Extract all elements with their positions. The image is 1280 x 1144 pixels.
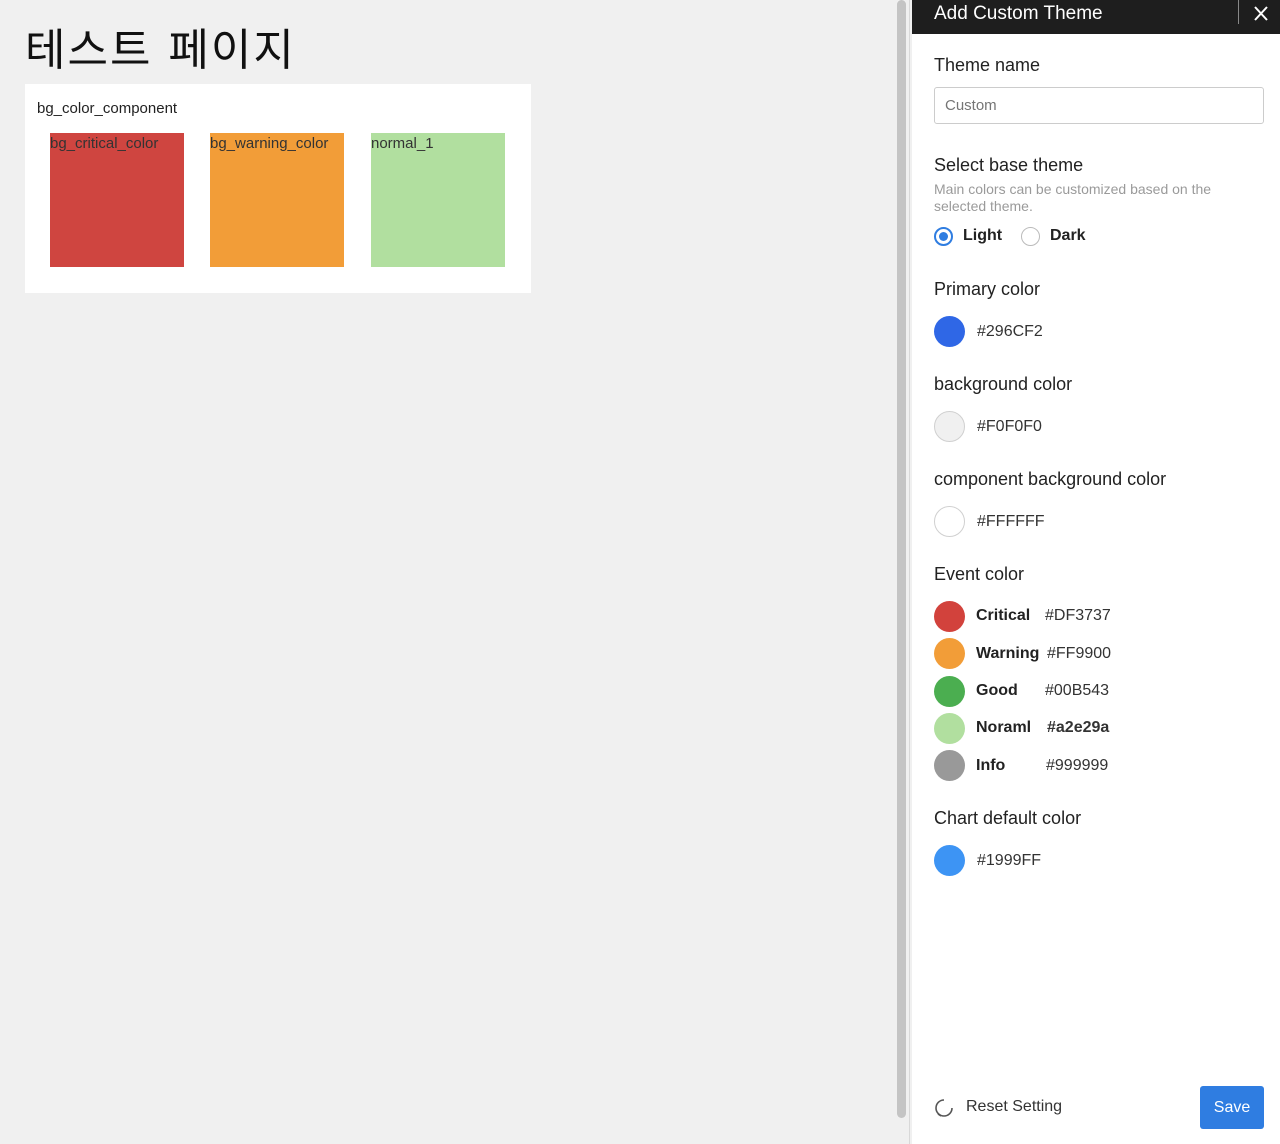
event-good-name: Good <box>976 682 1018 699</box>
page-scrollbar[interactable] <box>892 0 910 1144</box>
event-info-swatch[interactable] <box>934 750 965 781</box>
event-critical-hex: #DF3737 <box>1045 607 1111 624</box>
component-background-color-hex: #FFFFFF <box>977 513 1045 530</box>
save-button[interactable]: Save <box>1200 1086 1264 1129</box>
background-color-swatch[interactable] <box>934 411 965 442</box>
panel-title: Add Custom Theme <box>934 3 1103 24</box>
component-background-color-swatch[interactable] <box>934 506 965 537</box>
reset-icon <box>935 1099 953 1117</box>
event-normal-name: Noraml <box>976 719 1032 736</box>
page-title: 테스트 페이지 <box>25 25 296 76</box>
close-button[interactable] <box>1249 2 1273 26</box>
radio-dark-label[interactable]: Dark <box>1050 227 1086 245</box>
primary-color-hex: #296CF2 <box>977 323 1043 340</box>
swatch-normal-1: normal_1 <box>371 133 505 267</box>
event-warning-hex: #FF9900 <box>1047 645 1112 662</box>
base-theme-label: Select base theme <box>934 155 1084 175</box>
test-page: 테스트 페이지 bg_color_component bg_critical_c… <box>0 0 892 1144</box>
header-divider <box>1238 0 1239 24</box>
event-warning-swatch[interactable] <box>934 638 965 669</box>
event-info-hex: #999999 <box>1046 757 1109 774</box>
add-custom-theme-panel: Add Custom Theme Theme name Select base … <box>912 0 1280 1144</box>
primary-color-swatch[interactable] <box>934 316 965 347</box>
background-color-hex: #F0F0F0 <box>977 418 1042 435</box>
scrollbar-thumb[interactable] <box>897 0 906 1118</box>
chart-default-color-label: Chart default color <box>934 808 1082 828</box>
card-title: bg_color_component <box>37 100 178 117</box>
event-normal-swatch[interactable] <box>934 713 965 744</box>
event-info-name: Info <box>976 757 1006 774</box>
radio-light-label[interactable]: Light <box>963 227 1002 245</box>
theme-name-label: Theme name <box>934 55 1041 75</box>
swatch-label: bg_critical_color <box>50 135 159 152</box>
event-warning-name: Warning <box>976 645 1040 662</box>
swatch-label: normal_1 <box>371 135 434 152</box>
reset-setting-label: Reset Setting <box>966 1098 1063 1115</box>
event-good-hex: #00B543 <box>1045 682 1110 699</box>
radio-dark[interactable] <box>1021 227 1040 246</box>
radio-light[interactable] <box>934 227 953 246</box>
chart-default-color-swatch[interactable] <box>934 845 965 876</box>
theme-name-input[interactable] <box>934 87 1264 124</box>
chart-default-color-hex: #1999FF <box>977 852 1042 869</box>
event-normal-hex: #a2e29a <box>1047 719 1110 736</box>
background-color-label: background color <box>934 374 1073 394</box>
close-icon <box>1254 6 1268 21</box>
event-good-swatch[interactable] <box>934 676 965 707</box>
swatch-bg-warning-color: bg_warning_color <box>210 133 344 267</box>
swatch-label: bg_warning_color <box>210 135 329 152</box>
base-theme-help-text: Main colors can be customized based on t… <box>934 181 1212 214</box>
bg-color-component-card: bg_color_component bg_critical_color bg_… <box>25 84 531 293</box>
event-critical-name: Critical <box>976 607 1031 624</box>
event-color-label: Event color <box>934 564 1025 584</box>
component-background-color-label: component background color <box>934 469 1167 489</box>
swatch-bg-critical-color: bg_critical_color <box>50 133 184 267</box>
panel-header: Add Custom Theme <box>912 0 1280 34</box>
event-critical-swatch[interactable] <box>934 601 965 632</box>
primary-color-label: Primary color <box>934 279 1041 299</box>
